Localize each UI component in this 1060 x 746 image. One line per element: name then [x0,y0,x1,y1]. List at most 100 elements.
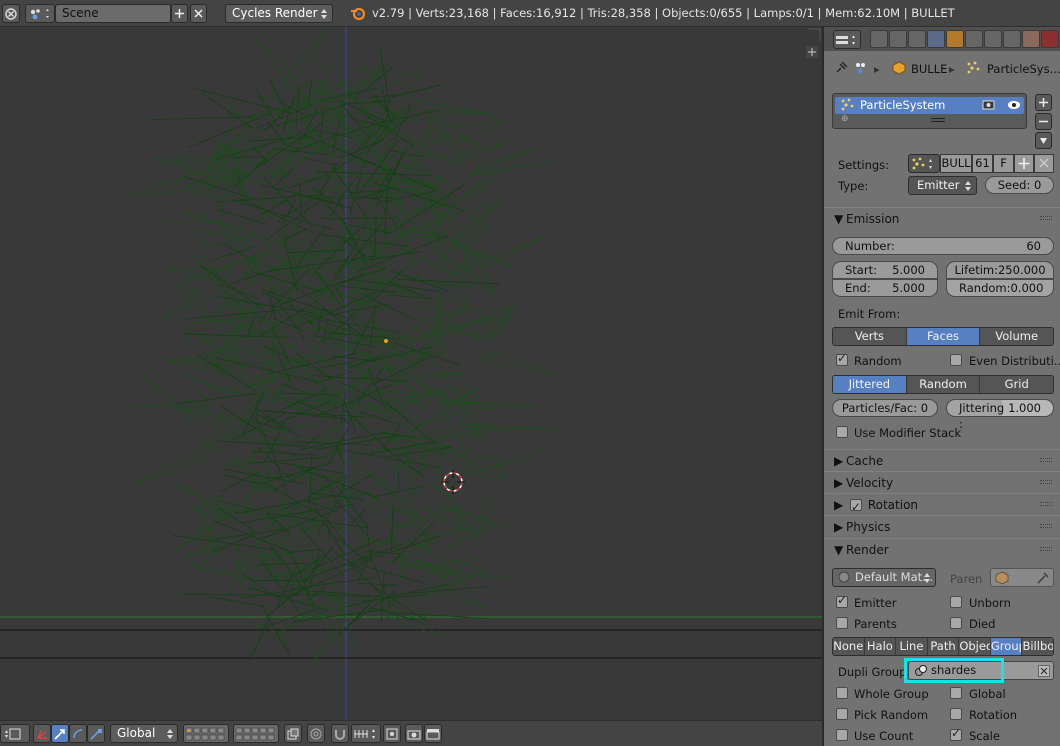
scene-context-icon[interactable] [908,30,926,48]
render-as-path[interactable]: Path [927,638,960,655]
emitter-checkbox[interactable] [836,593,848,608]
rotate-manipulator-button[interactable] [69,724,87,743]
pick-random-checkbox[interactable] [836,708,848,720]
use-count-checkbox[interactable] [836,729,848,741]
add-scene-button[interactable] [171,4,188,23]
panel-drag-grip[interactable] [1040,458,1052,462]
velocity-panel-header[interactable]: ▶ Velocity [824,471,1060,493]
area-split-corner[interactable] [808,28,821,41]
lock-layers-button[interactable] [284,724,302,743]
texture-context-icon[interactable] [1041,30,1059,48]
even-distribution-checkbox[interactable] [950,354,962,366]
particles-per-face-field[interactable]: Particles/Fac: 0 [832,399,938,417]
panel-drag-grip[interactable] [1040,480,1052,484]
specials-menu-button[interactable] [1035,132,1052,149]
render-as-group[interactable]: Group [990,638,1023,655]
snap-element-select[interactable] [351,724,381,743]
proportional-edit-button[interactable] [307,724,325,743]
lifetime-random-field[interactable]: Random: 0.000 [946,279,1054,297]
physics-panel-header[interactable]: ▶ Physics [824,515,1060,537]
delete-scene-button[interactable] [190,4,207,23]
close-icon[interactable] [1038,665,1050,677]
fake-user-toggle[interactable]: F [993,154,1014,173]
panel-drag-grip[interactable] [1040,524,1052,528]
parent-field[interactable] [990,568,1054,587]
remove-particle-system-button[interactable] [1035,113,1052,130]
scale-manipulator-button[interactable] [87,724,105,743]
render-panel-header[interactable]: ▼ Render [824,538,1060,560]
settings-browse-button[interactable] [908,154,940,173]
material-select[interactable]: Default Mat... [832,568,936,587]
render-still-button[interactable] [405,724,423,743]
list-filter-icon[interactable]: ⊕ [841,114,849,124]
new-settings-button[interactable] [1014,154,1034,173]
render-engine-select[interactable]: Cycles Render [225,4,333,23]
distribution-jittered[interactable]: Jittered [833,376,907,393]
emission-panel-header[interactable]: ▼ Emission [824,207,1060,229]
render-animation-button[interactable] [424,724,442,743]
eyedropper-icon[interactable] [1036,571,1050,585]
global-checkbox[interactable] [950,687,962,699]
panel-drag-grip[interactable] [1040,547,1052,551]
3d-viewport[interactable] [0,27,822,720]
world-context-icon[interactable] [927,30,945,48]
transform-orientation-select[interactable]: Global [110,724,178,743]
use-modifier-stack-checkbox[interactable] [836,426,848,438]
material-context-icon[interactable] [1022,30,1040,48]
start-field[interactable]: Start: 5.000 [832,261,938,279]
render-as-halo[interactable]: Halo [864,638,897,655]
constraints-context-icon[interactable] [965,30,983,48]
scale-checkbox[interactable] [950,726,962,741]
snap-toggle-button[interactable] [331,724,349,743]
mode-select-button[interactable] [0,724,30,743]
emit-from-faces[interactable]: Faces [906,328,981,345]
render-as-line[interactable]: Line [896,638,928,655]
scene-browse-button[interactable] [25,4,55,23]
eye-icon[interactable] [1007,99,1021,111]
snap-target-button[interactable] [383,724,401,743]
died-checkbox[interactable] [950,617,962,629]
cache-panel-header[interactable]: ▶ Cache [824,449,1060,471]
render-as-object[interactable]: Objec [959,638,991,655]
render-context-icon[interactable] [870,30,888,48]
jittering-field[interactable]: Jittering : 1.000 [946,399,1054,431]
scene-layers-row-2[interactable] [233,724,279,743]
render-as-none[interactable]: None [833,638,865,655]
rotation-panel-header[interactable]: ▶ Rotation [824,493,1060,518]
data-context-icon[interactable] [1003,30,1021,48]
end-field[interactable]: End: 5.000 [832,279,938,297]
list-item[interactable]: ParticleSystem [835,97,1024,114]
translate-manipulator-button[interactable] [51,724,69,743]
rotation-enable-checkbox[interactable] [849,496,862,518]
render-toggle-camera-icon[interactable] [982,99,996,111]
unlink-settings-button[interactable] [1034,154,1054,173]
render-as-billboard[interactable]: Billbo [1022,638,1053,655]
viewport-plus-icon[interactable] [806,46,818,58]
random-checkbox[interactable] [836,351,848,366]
list-resize-grip[interactable] [931,118,945,122]
whole-group-checkbox[interactable] [836,687,848,699]
editor-type-button[interactable] [833,30,861,49]
scene-name-field[interactable]: Scene [55,4,171,23]
settings-name-field[interactable]: BULL [940,154,972,173]
number-field[interactable]: Number: 60 [832,237,1054,255]
pin-icon[interactable] [834,61,848,75]
lifetime-field[interactable]: Lifetim:250.000 [946,261,1054,279]
panel-drag-grip[interactable] [1040,216,1052,220]
unborn-checkbox[interactable] [950,596,962,608]
add-particle-system-button[interactable] [1035,94,1052,111]
manipulator-toggle[interactable] [33,724,51,743]
particle-systems-list[interactable]: ParticleSystem ⊕ [832,93,1027,129]
settings-users-count[interactable]: 61 [972,154,993,173]
modifiers-wrench-icon[interactable] [984,30,1002,48]
distribution-random[interactable]: Random [906,376,981,393]
object-context-icon[interactable] [946,30,964,48]
distribution-grid[interactable]: Grid [980,376,1053,393]
scene-layers-row-1[interactable] [183,724,229,743]
editor-type-button[interactable] [2,4,20,23]
render-layers-context-icon[interactable] [889,30,907,48]
parents-checkbox[interactable] [836,617,848,629]
emit-from-volume[interactable]: Volume [980,328,1053,345]
seed-field[interactable]: Seed: 0 [985,176,1054,194]
rotation-checkbox[interactable] [950,708,962,720]
